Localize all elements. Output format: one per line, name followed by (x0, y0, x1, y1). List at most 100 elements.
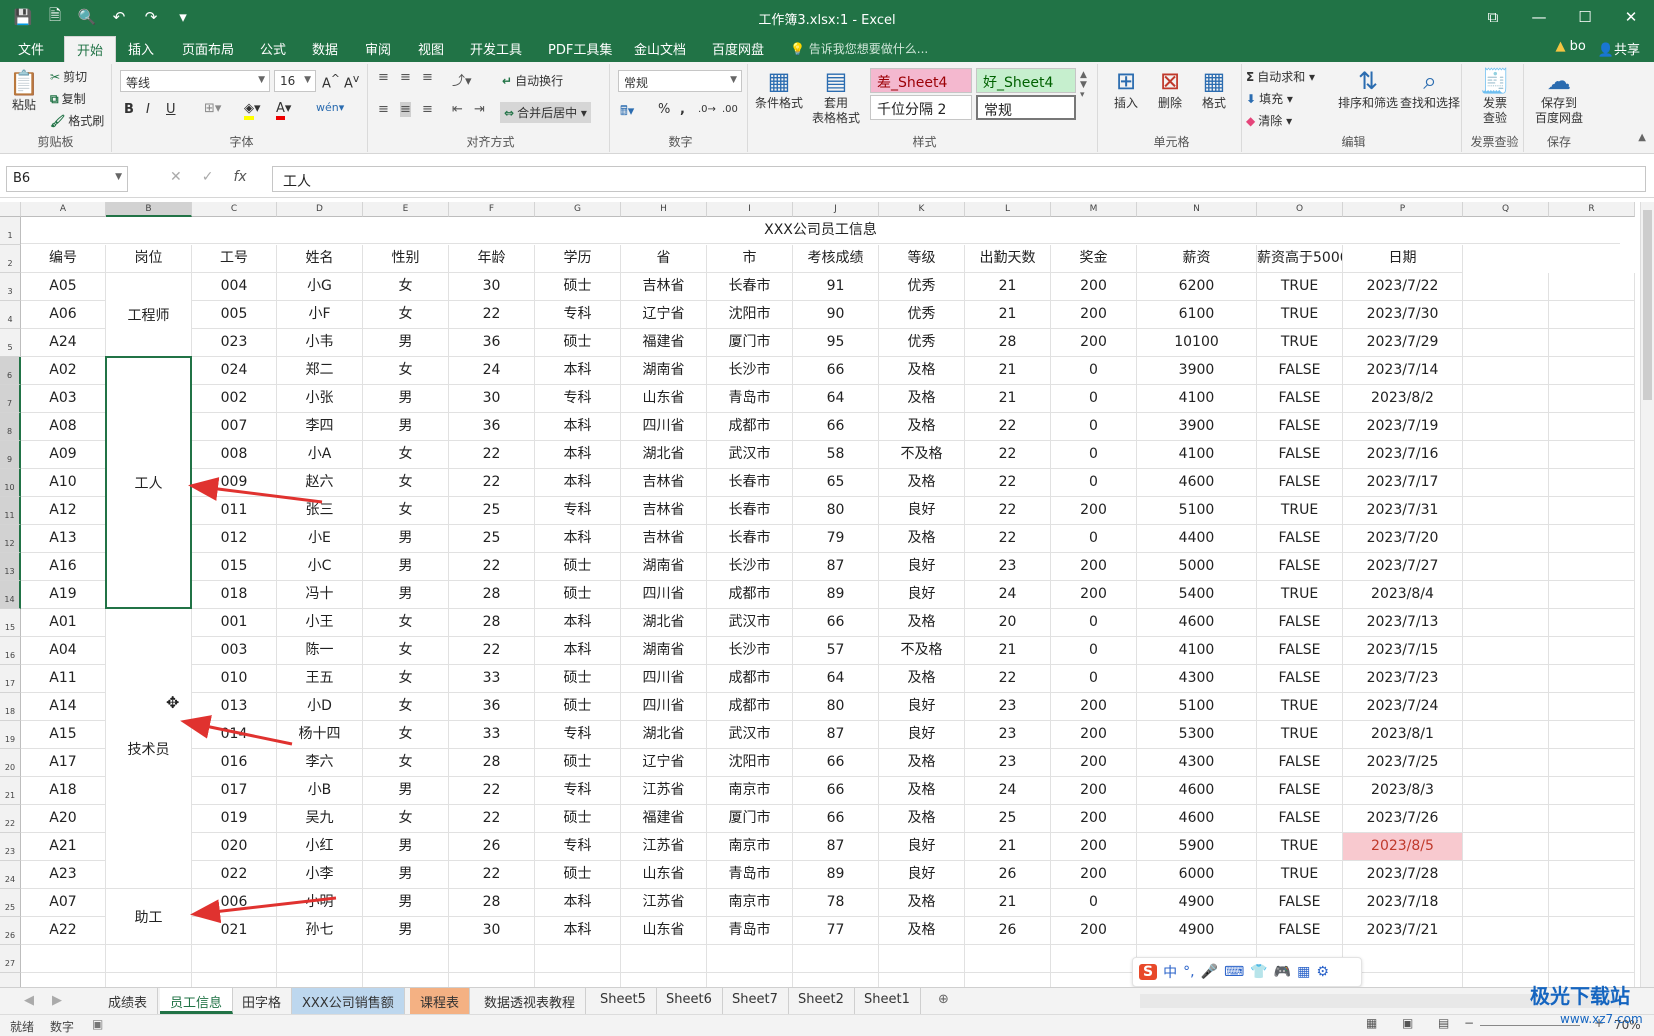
empty-cell[interactable] (449, 945, 535, 973)
table-cell[interactable]: 36 (449, 413, 535, 441)
table-cell[interactable]: 小张 (277, 385, 363, 413)
table-cell[interactable]: 008 (192, 441, 277, 469)
table-cell[interactable]: 女 (363, 497, 449, 525)
table-cell[interactable]: 长沙市 (707, 553, 793, 581)
table-cell[interactable]: 硕士 (535, 861, 621, 889)
table-cell[interactable]: 77 (793, 917, 879, 945)
empty-cell[interactable] (1549, 301, 1635, 329)
table-cell[interactable]: 95 (793, 329, 879, 357)
empty-cell[interactable] (1463, 917, 1549, 945)
table-cell[interactable]: 5100 (1137, 693, 1257, 721)
table-cell[interactable]: 长春市 (707, 497, 793, 525)
table-cell[interactable]: 28 (449, 581, 535, 609)
table-cell[interactable]: 4100 (1137, 385, 1257, 413)
table-cell[interactable]: 22 (449, 441, 535, 469)
enter-icon[interactable]: ✓ (202, 169, 214, 185)
table-cell[interactable]: 20 (965, 609, 1051, 637)
table-cell[interactable]: A20 (21, 805, 106, 833)
table-cell[interactable]: 湖南省 (621, 553, 707, 581)
empty-cell[interactable] (21, 945, 106, 973)
table-cell[interactable]: 21 (965, 273, 1051, 301)
table-cell[interactable]: 5900 (1137, 833, 1257, 861)
next-sheet-icon[interactable]: ▶ (52, 993, 62, 1008)
table-cell[interactable]: 009 (192, 469, 277, 497)
conditional-format-button[interactable]: ▦ 条件格式 (752, 66, 806, 111)
table-cell[interactable]: 6200 (1137, 273, 1257, 301)
table-cell[interactable]: 2023/7/30 (1343, 301, 1463, 329)
table-cell[interactable]: 24 (965, 581, 1051, 609)
ribbon-tab-2[interactable]: 插入 (128, 39, 154, 58)
table-cell[interactable]: 陈一 (277, 637, 363, 665)
style-comma2[interactable]: 千位分隔 2 (870, 95, 972, 120)
table-cell[interactable]: 4900 (1137, 917, 1257, 945)
table-cell[interactable]: 22 (449, 805, 535, 833)
table-cell[interactable]: 良好 (879, 581, 965, 609)
table-cell[interactable]: 64 (793, 385, 879, 413)
row-header[interactable]: 8 (0, 413, 21, 441)
table-cell[interactable]: 专科 (535, 777, 621, 805)
empty-cell[interactable] (1051, 945, 1137, 973)
table-cell[interactable]: A17 (21, 749, 106, 777)
column-header[interactable]: L (965, 202, 1051, 217)
table-cell[interactable]: 2023/8/2 (1343, 385, 1463, 413)
table-cell[interactable]: 冯十 (277, 581, 363, 609)
merged-position-cell[interactable]: 工程师 (106, 273, 192, 357)
empty-cell[interactable] (1549, 469, 1635, 497)
table-cell[interactable]: 不及格 (879, 637, 965, 665)
empty-cell[interactable] (277, 945, 363, 973)
table-cell[interactable]: 良好 (879, 833, 965, 861)
empty-cell[interactable] (621, 945, 707, 973)
table-cell[interactable]: 21 (965, 833, 1051, 861)
row-header[interactable]: 9 (0, 441, 21, 469)
style-good[interactable]: 好_Sheet4 (976, 68, 1076, 93)
table-cell[interactable]: A21 (21, 833, 106, 861)
row-header[interactable]: 18 (0, 693, 21, 721)
invoice-check-button[interactable]: 🧾 发票 查验 (1470, 66, 1520, 126)
table-cell[interactable]: 4600 (1137, 777, 1257, 805)
table-cell[interactable]: 28 (965, 329, 1051, 357)
table-cell[interactable]: 2023/7/16 (1343, 441, 1463, 469)
table-cell[interactable]: TRUE (1257, 581, 1343, 609)
table-cell[interactable]: 硕士 (535, 749, 621, 777)
empty-cell[interactable] (1463, 385, 1549, 413)
table-cell[interactable]: 80 (793, 693, 879, 721)
table-cell[interactable]: 男 (363, 553, 449, 581)
table-cell[interactable]: 小E (277, 525, 363, 553)
table-cell[interactable]: FALSE (1257, 385, 1343, 413)
column-header[interactable]: A (21, 202, 106, 217)
table-cell[interactable]: 5100 (1137, 497, 1257, 525)
empty-cell[interactable] (793, 973, 879, 987)
cut-button[interactable]: ✂ 剪切 (50, 68, 87, 85)
apps-icon[interactable]: ▦ (1297, 964, 1310, 980)
table-cell[interactable]: A22 (21, 917, 106, 945)
table-cell[interactable]: 200 (1051, 721, 1137, 749)
empty-cell[interactable] (1549, 581, 1635, 609)
table-cell[interactable]: 女 (363, 805, 449, 833)
table-cell[interactable]: 及格 (879, 917, 965, 945)
empty-cell[interactable] (879, 973, 965, 987)
table-cell[interactable]: 2023/7/24 (1343, 693, 1463, 721)
column-header[interactable]: C (192, 202, 277, 217)
table-cell[interactable]: 吉林省 (621, 273, 707, 301)
table-cell[interactable]: 015 (192, 553, 277, 581)
header-cell[interactable]: 考核成绩 (793, 245, 879, 273)
empty-cell[interactable] (1463, 665, 1549, 693)
table-cell[interactable]: 66 (793, 357, 879, 385)
table-cell[interactable]: FALSE (1257, 749, 1343, 777)
table-cell[interactable]: 22 (965, 525, 1051, 553)
settings-icon[interactable]: ⚙ (1316, 964, 1329, 980)
table-cell[interactable]: 小B (277, 777, 363, 805)
table-cell[interactable]: 2023/7/19 (1343, 413, 1463, 441)
merged-position-cell[interactable]: 工人 (106, 357, 192, 609)
number-format-select[interactable]: 常规 ▼ (618, 70, 742, 92)
table-cell[interactable]: 专科 (535, 721, 621, 749)
row-header[interactable]: 4 (0, 301, 21, 329)
empty-cell[interactable] (965, 945, 1051, 973)
table-cell[interactable]: 22 (449, 553, 535, 581)
table-cell[interactable]: 91 (793, 273, 879, 301)
align-center-icon[interactable]: ≡ (400, 102, 411, 117)
table-cell[interactable]: 200 (1051, 805, 1137, 833)
table-cell[interactable]: 青岛市 (707, 385, 793, 413)
row-header[interactable]: 1 (0, 217, 21, 245)
column-header[interactable]: F (449, 202, 535, 217)
